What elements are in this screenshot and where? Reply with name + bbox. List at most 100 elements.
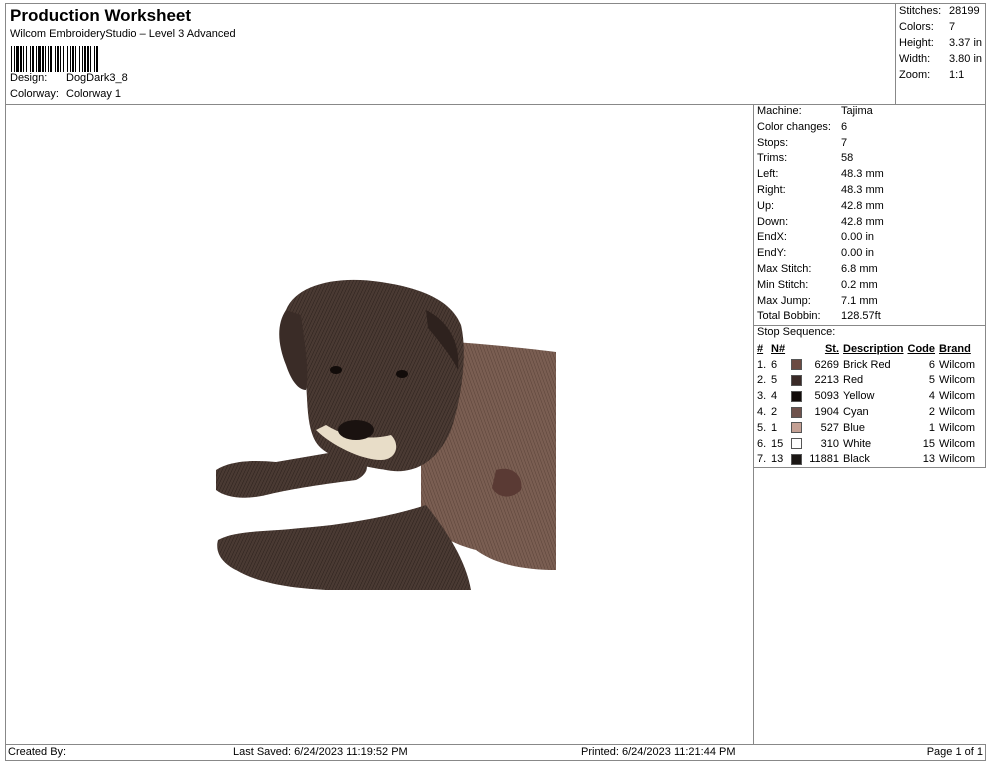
machine-info-label: Min Stitch: xyxy=(757,278,809,291)
stop-sequence-panel: Stop Sequence: # N# St. Description Code… xyxy=(753,325,986,468)
machine-info-row: Max Stitch: 6.8 mm xyxy=(757,263,878,275)
color-swatch-cell xyxy=(789,357,807,373)
software-name: Wilcom EmbroideryStudio – Level 3 Advanc… xyxy=(10,28,236,40)
color-swatch-cell xyxy=(789,452,807,468)
col-header-brand: Brand xyxy=(939,342,971,355)
needle-number: 15 xyxy=(771,437,784,450)
worksheet-title: Production Worksheet xyxy=(10,6,192,25)
machine-info-row: Min Stitch: 0.2 mm xyxy=(757,279,878,291)
machine-info-value: 0.2 mm xyxy=(841,278,878,291)
needle-number: 13 xyxy=(771,453,784,466)
stop-number: 1. xyxy=(757,358,767,371)
needle-number: 6 xyxy=(771,358,778,371)
machine-info-label: Trims: xyxy=(757,152,788,165)
machine-info-label: Machine: xyxy=(757,105,802,117)
needle-number: 5 xyxy=(771,374,778,387)
color-swatch xyxy=(791,406,802,418)
thread-brand: Wilcom xyxy=(939,406,976,419)
machine-info-row: Down: 42.8 mm xyxy=(757,216,884,228)
color-swatch xyxy=(791,359,802,371)
machine-info-value: 7 xyxy=(841,136,848,149)
stitch-count: 1904 xyxy=(814,406,839,419)
machine-info-value: 128.57ft xyxy=(841,310,881,323)
design-row: Design: DogDark3_8 xyxy=(10,72,128,84)
machine-info-panel: Machine: Tajima Color changes: 6 Stops: 7 Trim… xyxy=(753,104,986,326)
machine-info-row: Stops: 7 xyxy=(757,137,847,149)
machine-info-row: Color changes: 6 xyxy=(757,121,847,133)
color-description: Brick Red xyxy=(843,358,891,371)
printed-date: Printed: 6/24/2023 11:21:44 PM xyxy=(581,746,736,758)
color-code: 5 xyxy=(928,374,936,387)
stop-sequence-row: 7. 13 11881 Black 13 Wilcom xyxy=(755,452,977,468)
machine-info-row: EndY: 0.00 in xyxy=(757,247,874,259)
thread-brand: Wilcom xyxy=(939,374,976,387)
stitch-count: 6269 xyxy=(814,358,839,371)
needle-number: 1 xyxy=(771,421,778,434)
color-swatch-cell xyxy=(789,436,807,452)
design-preview xyxy=(5,104,754,745)
color-code: 15 xyxy=(922,437,936,450)
machine-info-label: EndY: xyxy=(757,247,787,260)
machine-info-value: 58 xyxy=(841,152,854,165)
summary-height: Height: 3.37 in xyxy=(899,37,983,49)
color-description: Black xyxy=(843,453,870,466)
thread-brand: Wilcom xyxy=(939,390,976,403)
color-description: White xyxy=(843,437,872,450)
thread-brand: Wilcom xyxy=(939,437,976,450)
machine-info-value: 0.00 in xyxy=(841,247,875,260)
color-swatch xyxy=(791,454,802,466)
summary-colors: Colors: 7 xyxy=(899,21,956,33)
color-code: 4 xyxy=(928,390,936,403)
col-header-description: Description xyxy=(843,342,904,355)
last-saved: Last Saved: 6/24/2023 11:19:52 PM xyxy=(233,746,408,758)
color-swatch-cell xyxy=(789,388,807,404)
machine-info-value: 6.8 mm xyxy=(841,263,878,275)
color-description: Yellow xyxy=(843,390,875,403)
color-swatch-cell xyxy=(789,404,807,420)
stop-sequence-row: 5. 1 527 Blue 1 Wilcom xyxy=(755,420,977,436)
stitch-count: 5093 xyxy=(814,390,839,403)
stop-sequence-header-row: # N# St. Description Code Brand xyxy=(755,341,977,357)
colorway-label: Colorway: xyxy=(10,88,59,100)
color-code: 1 xyxy=(928,421,936,434)
color-swatch xyxy=(791,390,802,402)
machine-info-label: Down: xyxy=(757,215,789,228)
needle-number: 4 xyxy=(771,390,778,403)
color-code: 13 xyxy=(922,453,936,466)
machine-info-label: Right: xyxy=(757,184,786,196)
stitch-count: 310 xyxy=(820,437,839,450)
machine-info-row: Total Bobbin: 128.57ft xyxy=(757,310,881,322)
machine-info-row: Right: 48.3 mm xyxy=(757,184,884,196)
embroidery-dog-image xyxy=(216,279,556,590)
col-header-code: Code xyxy=(907,342,936,355)
color-swatch xyxy=(791,422,802,434)
machine-info-label: Max Stitch: xyxy=(757,263,812,275)
stop-number: 4. xyxy=(757,406,767,419)
machine-info-label: Color changes: xyxy=(757,120,831,133)
colorway-value: Colorway 1 xyxy=(66,88,122,100)
design-value: DogDark3_8 xyxy=(66,72,128,84)
color-swatch-cell xyxy=(789,420,807,436)
thread-brand: Wilcom xyxy=(939,421,976,434)
stop-sequence-row: 2. 5 2213 Red 5 Wilcom xyxy=(755,373,977,389)
design-label: Design: xyxy=(10,72,48,84)
machine-info-value: 6 xyxy=(841,120,848,133)
machine-info-row: EndX: 0.00 in xyxy=(757,231,874,243)
machine-info-row: Left: 48.3 mm xyxy=(757,168,884,180)
machine-info-row: Trims: 58 xyxy=(757,152,853,164)
machine-info-label: Up: xyxy=(757,199,775,212)
machine-info-value: Tajima xyxy=(841,105,873,117)
machine-info-label: Total Bobbin: xyxy=(757,310,821,323)
machine-info-value: 0.00 in xyxy=(841,231,875,244)
color-swatch xyxy=(791,438,802,450)
col-header-number: # xyxy=(757,342,764,355)
color-description: Cyan xyxy=(843,406,869,419)
color-swatch-cell xyxy=(789,373,807,389)
machine-info-value: 7.1 mm xyxy=(841,294,878,307)
stop-sequence-row: 1. 6 6269 Brick Red 6 Wilcom xyxy=(755,357,977,373)
worksheet-header: Production Worksheet Wilcom EmbroiderySt… xyxy=(5,3,896,105)
col-header-needle: N# xyxy=(771,342,786,355)
machine-info-value: 42.8 mm xyxy=(841,199,884,212)
thread-brand: Wilcom xyxy=(939,453,976,466)
color-description: Red xyxy=(843,374,864,387)
